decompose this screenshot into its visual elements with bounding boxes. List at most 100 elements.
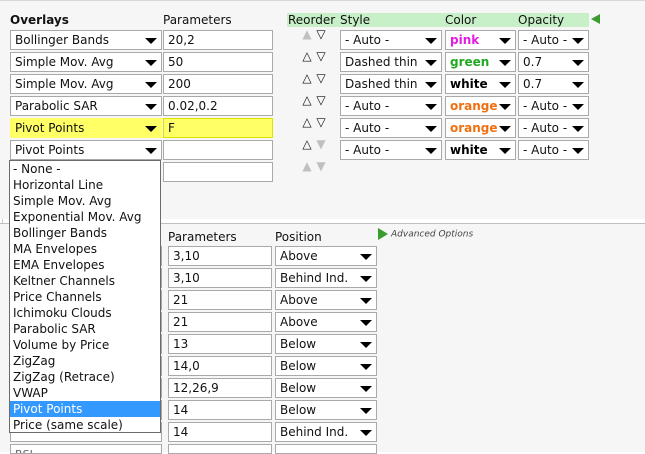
position-select-value: Above — [280, 315, 318, 329]
indicator-params-input[interactable]: 3,10 — [168, 268, 272, 288]
dropdown-option[interactable]: Price (same scale) — [10, 417, 160, 432]
opacity-select[interactable]: 0.7 — [518, 52, 589, 72]
params-input[interactable]: 0.02,0.2 — [163, 96, 273, 116]
style-select[interactable]: Dashed thin — [340, 52, 442, 72]
advanced-options-label: Advanced Options — [391, 229, 474, 240]
advanced-options-link[interactable]: Advanced Options — [378, 228, 473, 240]
position-select[interactable]: Below — [275, 334, 377, 354]
params-input[interactable]: 50 — [163, 52, 273, 72]
overlay-select[interactable]: Bollinger Bands — [10, 30, 162, 50]
dropdown-option[interactable]: Keltner Channels — [10, 273, 160, 289]
position-select[interactable]: Below — [275, 400, 377, 420]
move-down-icon[interactable]: ▽ — [314, 115, 328, 129]
overlay-select[interactable]: Parabolic SAR — [10, 96, 162, 116]
opacity-select[interactable]: - Auto - — [518, 96, 589, 116]
move-up-icon[interactable]: △ — [300, 115, 314, 129]
color-select[interactable]: green — [445, 52, 516, 72]
chevron-down-icon — [145, 60, 157, 66]
dropdown-option[interactable]: MA Envelopes — [10, 241, 160, 257]
collapse-arrow-icon[interactable] — [591, 14, 600, 24]
dropdown-option[interactable]: Horizontal Line — [10, 177, 160, 193]
dropdown-option[interactable]: Pivot Points — [10, 401, 160, 417]
overlay-select[interactable]: Pivot Points — [10, 118, 162, 138]
dropdown-option[interactable]: Simple Mov. Avg — [10, 193, 160, 209]
dropdown-option[interactable]: Volume by Price — [10, 337, 160, 353]
move-down-icon[interactable]: ▽ — [314, 71, 328, 85]
position-select[interactable]: Above — [275, 312, 377, 332]
dropdown-option[interactable]: ZigZag (Retrace) — [10, 369, 160, 385]
move-up-icon[interactable]: △ — [300, 93, 314, 107]
dropdown-option[interactable]: Exponential Mov. Avg — [10, 209, 160, 225]
parameters-header: Parameters — [163, 13, 232, 27]
indicator-params-input[interactable]: 14,0 — [168, 356, 272, 376]
style-select[interactable]: - Auto - — [340, 96, 442, 116]
position-select[interactable]: Above — [275, 246, 377, 266]
move-down-icon[interactable]: ▽ — [314, 49, 328, 63]
dropdown-option[interactable]: Parabolic SAR — [10, 321, 160, 337]
indicator-params-input[interactable]: 14 — [168, 422, 272, 442]
opacity-select[interactable]: 0.7 — [518, 74, 589, 94]
move-down-icon[interactable]: ▽ — [314, 93, 328, 107]
dropdown-option[interactable]: ZigZag — [10, 353, 160, 369]
params-input[interactable]: F — [163, 118, 273, 138]
dropdown-option[interactable]: - None - — [10, 161, 160, 177]
style-select[interactable]: Dashed thin — [340, 74, 442, 94]
indicator-params-input[interactable]: 12,26,9 — [168, 378, 272, 398]
style-header: Style — [340, 13, 371, 27]
position-select[interactable] — [275, 444, 377, 454]
params-input[interactable]: 200 — [163, 74, 273, 94]
params-input[interactable] — [163, 140, 273, 160]
color-select[interactable]: orange — [445, 118, 516, 138]
overlay-select[interactable]: Pivot Points — [10, 140, 162, 160]
position-select[interactable]: Behind Ind. — [275, 268, 377, 288]
color-select[interactable]: orange — [445, 96, 516, 116]
opacity-select[interactable]: - Auto - — [518, 118, 589, 138]
move-up-icon: ▲ — [302, 27, 312, 41]
position-select[interactable]: Below — [275, 356, 377, 376]
style-select[interactable]: - Auto - — [340, 140, 442, 160]
indicator-select-partial[interactable]: RSI — [10, 444, 162, 454]
dropdown-option[interactable]: Ichimoku Clouds — [10, 305, 160, 321]
color-select-value: white — [450, 143, 488, 157]
move-down-icon[interactable]: ▽ — [314, 27, 328, 41]
style-select[interactable]: - Auto - — [340, 118, 442, 138]
color-select[interactable]: white — [445, 74, 516, 94]
move-up-icon[interactable]: △ — [300, 49, 314, 63]
chevron-down-icon — [572, 148, 584, 154]
indicator-params-input[interactable]: 21 — [168, 290, 272, 310]
opacity-select[interactable]: - Auto - — [518, 30, 589, 50]
params-input[interactable]: 20,2 — [163, 30, 273, 50]
chevron-down-icon — [145, 148, 157, 154]
indicator-params-input[interactable]: 21 — [168, 312, 272, 332]
position-select-value: Below — [280, 403, 317, 417]
overlay-select[interactable]: Simple Mov. Avg — [10, 52, 162, 72]
position-select[interactable]: Above — [275, 290, 377, 310]
dropdown-option[interactable]: EMA Envelopes — [10, 257, 160, 273]
dropdown-option[interactable]: Price Channels — [10, 289, 160, 305]
indicator-params-input[interactable]: 13 — [168, 334, 272, 354]
color-select[interactable]: white — [445, 140, 516, 160]
color-select-value: orange — [450, 121, 498, 135]
chevron-down-icon — [572, 126, 584, 132]
indicator-params-input[interactable]: 3,10 — [168, 246, 272, 266]
overlay-select[interactable]: Simple Mov. Avg — [10, 74, 162, 94]
move-up-icon[interactable]: △ — [300, 137, 314, 151]
style-select[interactable]: - Auto - — [340, 30, 442, 50]
position-select[interactable]: Below — [275, 378, 377, 398]
move-down-icon: ▼ — [316, 159, 326, 173]
chevron-down-icon — [499, 104, 511, 110]
indicator-params-input[interactable] — [168, 444, 272, 454]
opacity-select-value: 0.7 — [523, 55, 543, 69]
chevron-down-icon — [145, 126, 157, 132]
opacity-select[interactable]: - Auto - — [518, 140, 589, 160]
dropdown-option[interactable]: VWAP — [10, 385, 160, 401]
indicators-parameters-header: Parameters — [168, 230, 237, 244]
overlay-dropdown-list[interactable]: - None - Horizontal Line Simple Mov. Avg Ex… — [9, 160, 161, 433]
overlay-select-value: Simple Mov. Avg — [15, 77, 114, 91]
color-select[interactable]: pink — [445, 30, 516, 50]
params-input-extra[interactable] — [163, 162, 273, 182]
position-select[interactable]: Behind Ind. — [275, 422, 377, 442]
indicator-params-input[interactable]: 14 — [168, 400, 272, 420]
move-up-icon[interactable]: △ — [300, 71, 314, 85]
dropdown-option[interactable]: Bollinger Bands — [10, 225, 160, 241]
